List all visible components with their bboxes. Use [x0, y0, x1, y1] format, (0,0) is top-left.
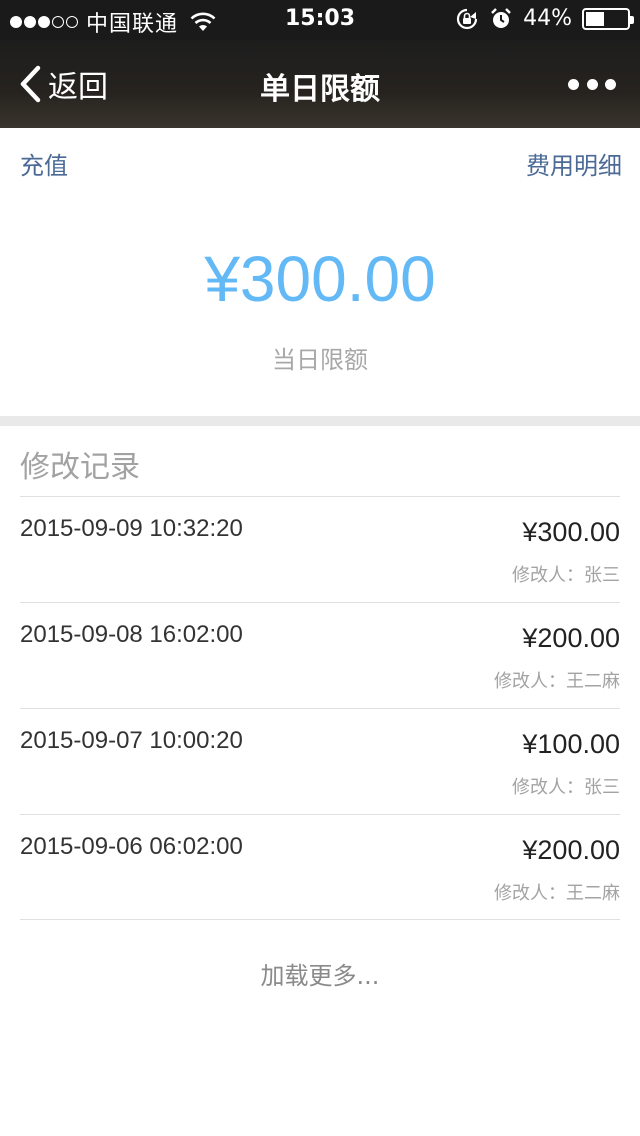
record-editor: 修改人：王二麻 [494, 671, 620, 692]
record-row: 2015-09-09 10:32:20 ¥300.00 修改人：张三 [20, 496, 620, 602]
record-datetime: 2015-09-09 10:32:20 [20, 515, 243, 542]
records-list: 2015-09-09 10:32:20 ¥300.00 修改人：张三 2015-… [20, 496, 620, 920]
record-datetime: 2015-09-06 06:02:00 [20, 833, 243, 860]
record-row: 2015-09-06 06:02:00 ¥200.00 修改人：王二麻 [20, 814, 620, 920]
battery-fill [586, 11, 604, 26]
records-title: 修改记录 [20, 450, 140, 485]
record-row: 2015-09-07 10:00:20 ¥100.00 修改人：张三 [20, 708, 620, 814]
recharge-link[interactable]: 充值 [20, 146, 68, 181]
battery-icon [582, 7, 634, 30]
more-dot-icon [605, 78, 616, 90]
record-editor: 修改人：王二麻 [494, 883, 620, 904]
more-options-button[interactable] [568, 74, 616, 94]
record-editor: 修改人：张三 [512, 565, 620, 586]
alarm-clock-icon [491, 7, 511, 28]
record-datetime: 2015-09-07 10:00:20 [20, 727, 243, 754]
more-dot-icon [586, 78, 598, 90]
more-dot-icon [568, 78, 579, 90]
page-title: 单日限额 [260, 72, 380, 107]
status-bar: 中国联通 15:03 44% [0, 0, 640, 40]
expense-details-link[interactable]: 费用明细 [526, 146, 622, 181]
status-right: 44% [455, 6, 634, 31]
record-amount: ¥200.00 [522, 623, 620, 653]
record-amount: ¥300.00 [522, 517, 620, 547]
page: 中国联通 15:03 44% 返回 单日限额 充值 费用明细 ¥300.00 当… [0, 0, 640, 1136]
record-datetime: 2015-09-08 16:02:00 [20, 621, 243, 648]
navigation-bar: 返回 单日限额 [0, 40, 640, 128]
battery-tip [630, 15, 634, 24]
daily-limit-amount: ¥300.00 [204, 243, 436, 315]
daily-limit-label: 当日限额 [272, 346, 368, 374]
rotation-lock-icon [457, 8, 478, 29]
load-more-button[interactable]: 加载更多... [0, 956, 640, 991]
section-divider [0, 416, 640, 426]
top-links: 充值 费用明细 [0, 128, 640, 192]
battery-percent: 44% [523, 6, 572, 31]
record-amount: ¥200.00 [522, 835, 620, 865]
record-row: 2015-09-08 16:02:00 ¥200.00 修改人：王二麻 [20, 602, 620, 708]
record-amount: ¥100.00 [522, 729, 620, 759]
record-editor: 修改人：张三 [512, 777, 620, 798]
